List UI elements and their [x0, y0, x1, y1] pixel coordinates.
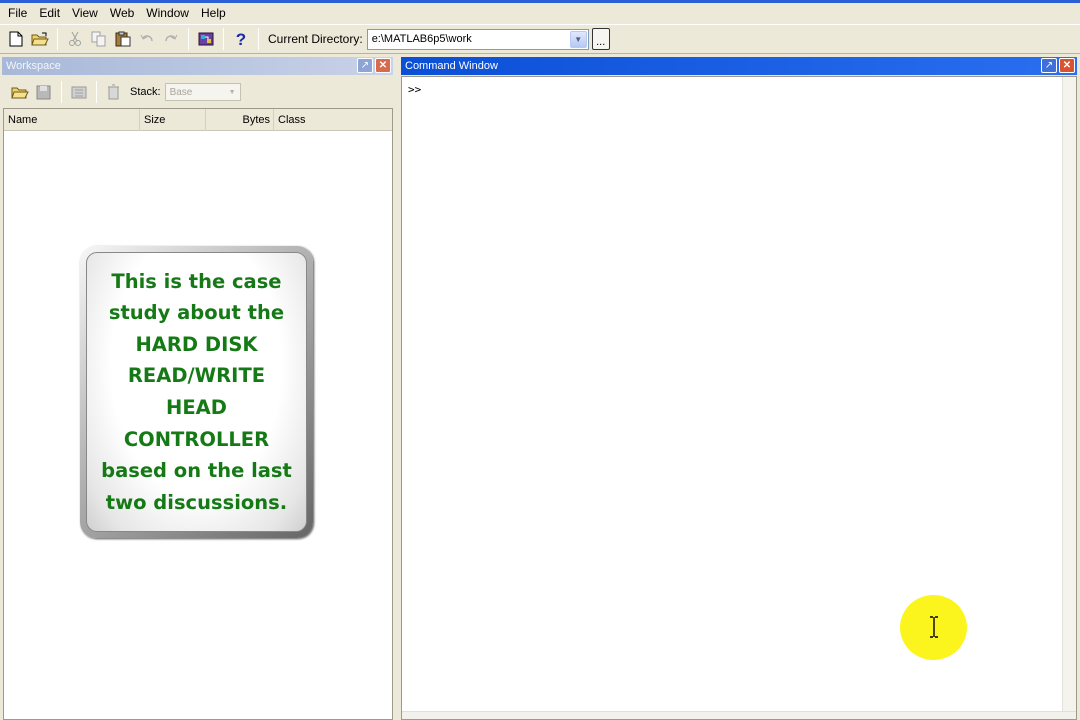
column-header-bytes[interactable]: Bytes [206, 108, 274, 131]
overlay-note-inner: This is the case study about the HARD DI… [86, 252, 307, 532]
stack-label: Stack: [130, 86, 161, 98]
close-icon[interactable]: ✕ [1059, 58, 1075, 73]
undock-icon[interactable]: ↗ [1041, 58, 1057, 73]
toolbar-separator [61, 81, 62, 103]
chevron-down-icon[interactable]: ▼ [569, 30, 587, 48]
simulink-icon[interactable] [194, 28, 217, 51]
copy-icon[interactable] [87, 28, 110, 51]
column-header-class[interactable]: Class [274, 109, 392, 131]
open-folder-icon[interactable] [28, 28, 51, 51]
save-icon[interactable] [32, 81, 55, 104]
workspace-title: Workspace [6, 60, 61, 72]
chevron-down-icon[interactable]: ▼ [226, 85, 239, 99]
command-window-titlebar: Command Window ↗ ✕ [401, 57, 1077, 75]
current-directory-combo[interactable]: e:\MATLAB6p5\work ▼ [366, 28, 589, 50]
workspace-toolbar: Stack: Base ▼ [2, 77, 393, 107]
vertical-scrollbar[interactable] [1062, 77, 1076, 719]
overlay-note: This is the case study about the HARD DI… [80, 246, 313, 538]
close-icon[interactable]: ✕ [375, 58, 391, 73]
menu-help[interactable]: Help [195, 4, 232, 23]
help-icon[interactable]: ? [229, 28, 252, 51]
toolbar-separator [223, 28, 224, 50]
column-header-size[interactable]: Size [140, 108, 206, 131]
redo-icon[interactable] [159, 28, 182, 51]
paste-icon[interactable] [111, 28, 134, 51]
toolbar-separator [57, 28, 58, 50]
menu-view[interactable]: View [66, 4, 104, 23]
menu-web[interactable]: Web [104, 4, 140, 23]
current-directory-value[interactable]: e:\MATLAB6p5\work [368, 33, 570, 45]
workspace-table-header: Name Size Bytes Class [4, 108, 392, 131]
menu-window[interactable]: Window [140, 4, 195, 23]
workspace-titlebar: Workspace ↗ ✕ [2, 57, 393, 75]
browse-directory-button[interactable]: ... [591, 28, 610, 50]
command-window-title: Command Window [405, 60, 498, 72]
svg-text:?: ? [235, 30, 245, 48]
command-prompt: >> [408, 83, 422, 96]
stack-select[interactable]: Base ▼ [164, 83, 241, 101]
command-window-area[interactable]: >> [401, 76, 1077, 720]
horizontal-scrollbar[interactable] [402, 711, 1076, 719]
toolbar-separator [188, 28, 189, 50]
column-header-name[interactable]: Name [4, 108, 140, 131]
main-toolbar: ? Current Directory: e:\MATLAB6p5\work ▼… [0, 24, 1080, 54]
stack-value: Base [169, 86, 193, 98]
toolbar-separator [258, 28, 259, 50]
menu-edit[interactable]: Edit [33, 4, 66, 23]
toolbar-separator [96, 81, 97, 103]
menu-bar: File Edit View Web Window Help [0, 3, 1080, 24]
delete-icon[interactable] [102, 81, 125, 104]
new-file-icon[interactable] [4, 28, 27, 51]
menu-file[interactable]: File [2, 4, 33, 23]
text-cursor-icon [930, 616, 938, 638]
cut-icon[interactable] [63, 28, 86, 51]
current-directory-label: Current Directory: [268, 32, 363, 46]
open-folder-icon[interactable] [8, 81, 31, 104]
overlay-note-text: This is the case study about the HARD DI… [101, 269, 292, 514]
panel-splitter[interactable] [393, 57, 401, 720]
undock-icon[interactable]: ↗ [357, 58, 373, 73]
undo-icon[interactable] [135, 28, 158, 51]
array-editor-icon[interactable] [67, 81, 90, 104]
